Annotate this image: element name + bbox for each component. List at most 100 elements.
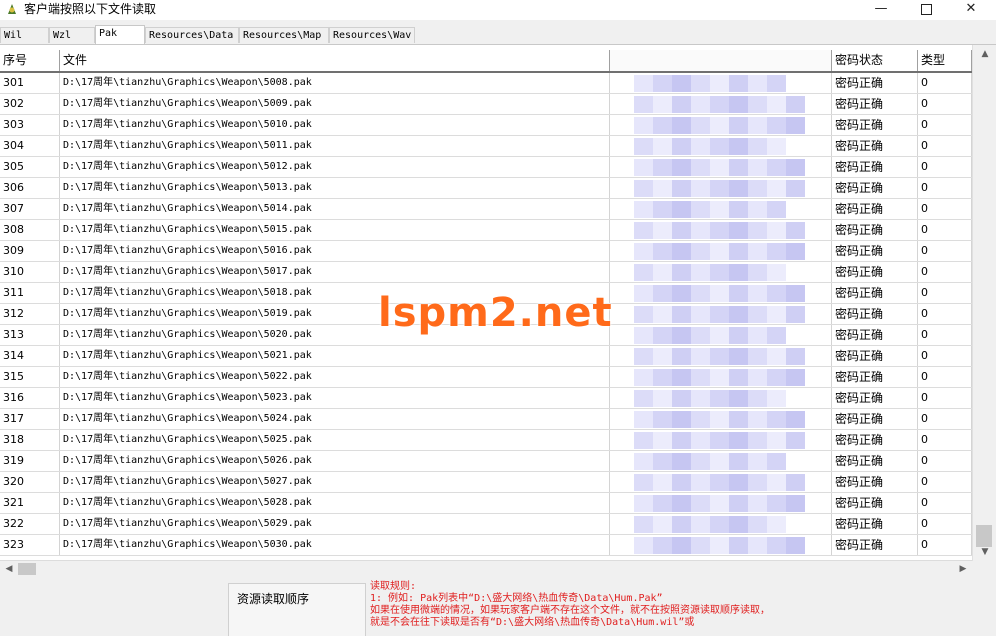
redaction-pixel: [653, 75, 672, 92]
redaction-pixel: [653, 243, 672, 260]
redaction-pixel: [767, 369, 786, 386]
horizontal-scrollbar[interactable]: ◀ ▶: [0, 560, 972, 577]
redaction-pixel: [672, 117, 691, 134]
tab-resources-map[interactable]: Resources\Map: [239, 27, 329, 43]
row-number-cell: 307: [0, 199, 60, 219]
row-number-cell: 313: [0, 325, 60, 345]
redaction-pixel: [729, 222, 748, 239]
redaction-pixel: [729, 453, 748, 470]
redaction-pixel: [748, 537, 767, 554]
redaction-pixel: [786, 495, 805, 512]
redaction-pixel: [691, 537, 710, 554]
redaction-pixel: [653, 222, 672, 239]
column-header-status[interactable]: 密码状态: [832, 50, 918, 71]
redaction-pixel: [767, 180, 786, 197]
redaction-pixel: [786, 369, 805, 386]
redaction-pixel: [710, 390, 729, 407]
redaction-pixel: [729, 516, 748, 533]
redaction-pixel: [710, 327, 729, 344]
redaction-pixel: [691, 159, 710, 176]
password-status-cell: 密码正确: [832, 388, 918, 408]
row-number-cell: 312: [0, 304, 60, 324]
redaction-pixel: [691, 390, 710, 407]
redaction-pixel: [634, 348, 653, 365]
vertical-scroll-thumb[interactable]: [976, 525, 992, 547]
redaction-pixel: [672, 243, 691, 260]
redaction-pixel: [672, 411, 691, 428]
redaction-pixel: [653, 369, 672, 386]
vertical-scrollbar[interactable]: ▲ ▼: [972, 45, 996, 561]
password-status-cell: 密码正确: [832, 199, 918, 219]
redaction-pixel: [672, 432, 691, 449]
redaction-pixel: [653, 390, 672, 407]
column-header-file[interactable]: 文件: [60, 50, 610, 71]
type-cell: 0: [918, 220, 972, 240]
type-cell: 0: [918, 178, 972, 198]
scroll-down-icon[interactable]: ▼: [977, 545, 993, 559]
redaction-pixel: [767, 96, 786, 113]
redaction-pixel: [672, 537, 691, 554]
redaction-pixel: [767, 495, 786, 512]
password-status-cell: 密码正确: [832, 514, 918, 534]
row-number-cell: 316: [0, 388, 60, 408]
redaction-pixel: [748, 495, 767, 512]
tab-wzl[interactable]: Wzl: [49, 27, 95, 43]
type-cell: 0: [918, 514, 972, 534]
redaction-pixel: [786, 159, 805, 176]
rules-line: 1: 例如: Pak列表中“D:\盛大网络\热血传奇\Data\Hum.Pak”: [370, 593, 663, 604]
redaction-pixel: [729, 306, 748, 323]
type-cell: 0: [918, 472, 972, 492]
redaction-pixel: [634, 285, 653, 302]
type-cell: 0: [918, 199, 972, 219]
redaction-pixel: [653, 327, 672, 344]
horizontal-scroll-thumb[interactable]: [18, 563, 36, 575]
redaction-pixel: [767, 537, 786, 554]
password-status-cell: 密码正确: [832, 241, 918, 261]
redaction-pixel: [710, 411, 729, 428]
redaction-pixel: [710, 516, 729, 533]
redaction-pixel: [767, 264, 786, 281]
redaction-pixel: [748, 453, 767, 470]
scroll-right-icon[interactable]: ▶: [956, 561, 970, 577]
password-status-cell: 密码正确: [832, 535, 918, 555]
redaction-pixel: [767, 75, 786, 92]
redaction-pixel: [710, 243, 729, 260]
redaction-pixel: [748, 75, 767, 92]
tab-resources-data[interactable]: Resources\Data: [145, 27, 239, 43]
redaction-pixel: [710, 201, 729, 218]
app-icon: [8, 4, 16, 14]
redaction-pixel: [653, 159, 672, 176]
column-header-no[interactable]: 序号: [0, 50, 60, 71]
row-number-cell: 303: [0, 115, 60, 135]
redaction-pixel: [691, 75, 710, 92]
redaction-pixel: [691, 222, 710, 239]
redaction-pixel: [710, 75, 729, 92]
redaction-pixel: [767, 348, 786, 365]
file-path-cell: D:\17周年\tianzhu\Graphics\Weapon\5028.pak: [60, 493, 610, 513]
resource-order-panel[interactable]: 资源读取顺序: [228, 583, 366, 636]
tab-pak[interactable]: Pak: [95, 25, 145, 44]
minimize-button[interactable]: —: [858, 0, 904, 20]
close-button[interactable]: ✕: [948, 0, 994, 20]
redaction-pixel: [634, 75, 653, 92]
password-status-cell: 密码正确: [832, 115, 918, 135]
redaction-pixel: [748, 306, 767, 323]
scroll-up-icon[interactable]: ▲: [977, 47, 993, 61]
scroll-left-icon[interactable]: ◀: [2, 561, 16, 577]
redaction-pixel: [653, 117, 672, 134]
redaction-pixel: [691, 348, 710, 365]
redaction-pixel: [748, 285, 767, 302]
tab-wil[interactable]: Wil: [0, 27, 49, 43]
redaction-pixel: [767, 390, 786, 407]
redaction-pixel: [691, 201, 710, 218]
redaction-pixel: [786, 222, 805, 239]
tab-resources-wav[interactable]: Resources\Wav: [329, 27, 415, 43]
redaction-pixel: [748, 201, 767, 218]
maximize-button[interactable]: [903, 0, 949, 20]
redaction-pixel: [767, 306, 786, 323]
column-header-type[interactable]: 类型: [918, 50, 972, 71]
redaction-pixel: [653, 138, 672, 155]
file-path-cell: D:\17周年\tianzhu\Graphics\Weapon\5021.pak: [60, 346, 610, 366]
redaction-pixel: [691, 117, 710, 134]
redaction-pixel: [710, 222, 729, 239]
